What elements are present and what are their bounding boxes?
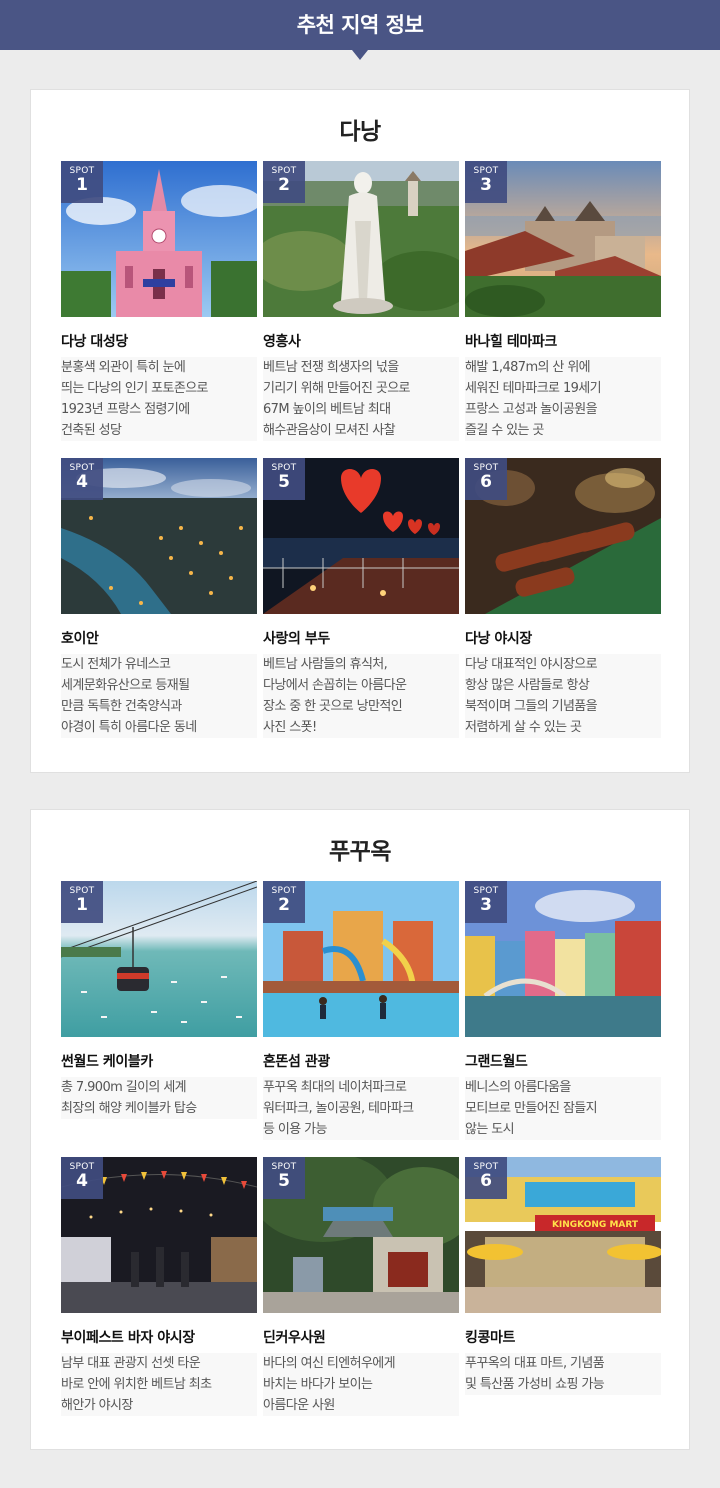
spot-badge: SPOT 5 [263,1157,305,1199]
spot-description: 바다의 여신 티엔허우에게 바치는 바다가 보이는 아름다운 사원 [263,1353,459,1416]
spot-name: 바나힐 테마파크 [465,334,557,350]
spot-badge: SPOT 6 [465,1157,507,1199]
spot-name: 다낭 대성당 [61,334,128,350]
spot-name: 그랜드월드 [465,1054,528,1070]
spot-description: 푸꾸옥 최대의 네이처파크로 워터파크, 놀이공원, 테마파크 등 이용 가능 [263,1077,459,1140]
page-title: 추천 지역 정보 [296,13,424,37]
spot-name: 영흥사 [263,334,301,350]
spot-description: 해발 1,487m의 산 위에 세워진 테마파크로 19세기 프랑스 고성과 놀… [465,357,661,441]
spot-badge: SPOT 2 [263,881,305,923]
header-pointer [352,50,368,60]
spot-description: 푸꾸옥의 대표 마트, 기념품 및 특산품 가성비 쇼핑 가능 [465,1353,661,1395]
spot-description: 남부 대표 관광지 선셋 타운 바로 안에 위치한 베트남 최초 해안가 야시장 [61,1353,257,1416]
spot-description: 베트남 전쟁 희생자의 넋을 기리기 위해 만들어진 곳으로 67M 높이의 베… [263,357,459,441]
region-card-phuquoc: 푸꾸옥 SPOT 1 썬월드 케이블카 총 7.900m 길이의 세계 최장의 … [30,809,690,1450]
spot-badge: SPOT 4 [61,1157,103,1199]
spot-description: 다낭 대표적인 야시장으로 항상 많은 사람들로 항상 북적이며 그들의 기념품… [465,654,661,738]
region-card-danang: 다낭 SPOT 1 다낭 대성당 분홍색 외관이 특히 눈에 띄는 다낭의 인기… [30,89,690,773]
spot-name: 다낭 야시장 [465,631,532,647]
spot-name: 부이페스트 바자 야시장 [61,1330,195,1346]
spot-description: 베트남 사람들의 휴식처, 다낭에서 손꼽히는 아름다운 장소 중 한 곳으로 … [263,654,459,738]
spot-name: 사랑의 부두 [263,631,330,647]
spot-badge: SPOT 4 [61,458,103,500]
region-title: 다낭 [339,119,381,145]
spot-description: 베니스의 아름다움을 모티브로 만들어진 잠들지 않는 도시 [465,1077,661,1140]
spot-name: 딘커우사원 [263,1330,326,1346]
region-title: 푸꾸옥 [329,839,391,865]
spot-description: 분홍색 외관이 특히 눈에 띄는 다낭의 인기 포토존으로 1923년 프랑스 … [61,357,257,441]
spot-name: 호이안 [61,631,99,647]
spot-badge: SPOT 1 [61,161,103,203]
spot-badge: SPOT 3 [465,161,507,203]
spot-description: 총 7.900m 길이의 세계 최장의 해양 케이블카 탑승 [61,1077,257,1119]
spot-badge: SPOT 6 [465,458,507,500]
spot-name: 썬월드 케이블카 [61,1054,153,1070]
spot-badge: SPOT 1 [61,881,103,923]
spot-description: 도시 전체가 유네스코 세계문화유산으로 등재될 만큼 독특한 건축양식과 야경… [61,654,257,738]
spot-name: 혼똔섬 관광 [263,1054,330,1070]
spot-badge: SPOT 2 [263,161,305,203]
store-sign-text: KINGKONG MART [552,1220,639,1230]
spot-badge: SPOT 5 [263,458,305,500]
spot-name: 킹콩마트 [465,1330,515,1346]
spot-badge: SPOT 3 [465,881,507,923]
